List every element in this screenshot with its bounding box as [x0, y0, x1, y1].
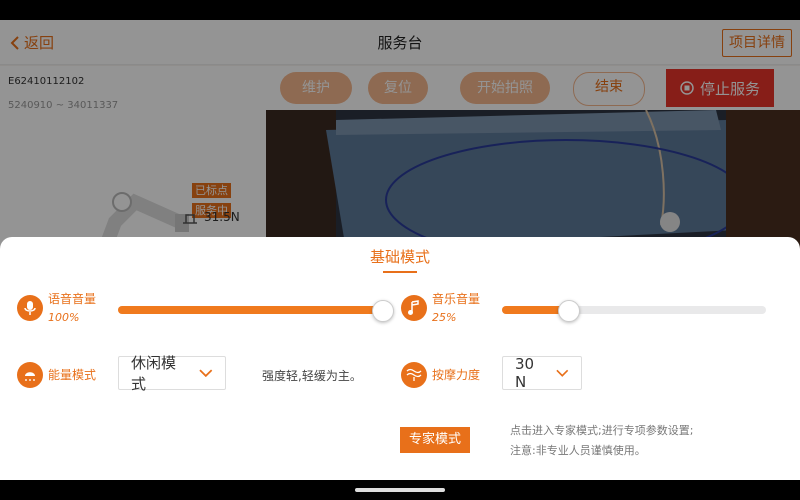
- expert-note-line1: 点击进入专家模式;进行专项参数设置;: [510, 424, 694, 437]
- music-volume-label: 音乐音量: [432, 292, 481, 306]
- massage-force-value: 30 N: [515, 355, 535, 391]
- sheet-title-underline: [383, 271, 417, 273]
- microphone-icon: [17, 295, 43, 321]
- voice-volume-value: 100%: [48, 311, 80, 324]
- massage-wave-icon: [401, 362, 427, 388]
- energy-lamp-icon: [17, 362, 43, 388]
- energy-mode-value: 休闲模式: [131, 354, 177, 393]
- slider-fill: [118, 306, 382, 314]
- expert-mode-button[interactable]: 专家模式: [400, 427, 470, 453]
- music-note-icon: [401, 295, 427, 321]
- massage-force-select[interactable]: 30 N: [502, 355, 582, 391]
- music-volume-slider[interactable]: [502, 300, 766, 322]
- sheet-title: 基础模式: [369, 248, 430, 266]
- home-indicator[interactable]: [355, 488, 445, 492]
- music-volume-value: 25%: [432, 311, 457, 324]
- chevron-down-icon: [556, 369, 569, 377]
- voice-volume-slider[interactable]: [118, 300, 394, 322]
- chevron-down-icon: [199, 369, 213, 377]
- basic-mode-sheet: 基础模式 语音音量 100% 音乐音量 25% 能量模式 休闲模式 强度轻,轻缓…: [0, 237, 800, 480]
- massage-force-label: 按摩力度: [432, 368, 481, 382]
- slider-thumb[interactable]: [558, 300, 580, 322]
- expert-note-line2: 注意:非专业人员谨慎使用。: [510, 444, 646, 457]
- energy-mode-label: 能量模式: [48, 368, 97, 382]
- energy-mode-select[interactable]: 休闲模式: [118, 354, 226, 393]
- energy-mode-description: 强度轻,轻缓为主。: [262, 369, 362, 383]
- slider-thumb[interactable]: [372, 300, 394, 322]
- voice-volume-label: 语音音量: [48, 292, 97, 306]
